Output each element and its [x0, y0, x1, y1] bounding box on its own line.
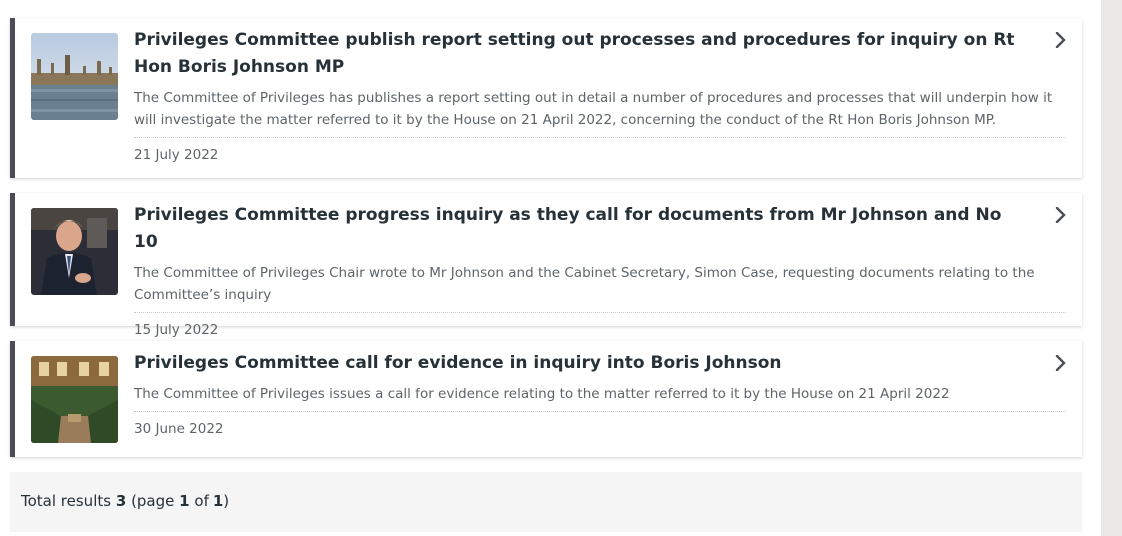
chevron-right-icon[interactable] — [1054, 207, 1068, 223]
page-close-label: ) — [223, 492, 230, 510]
chevron-right-icon[interactable] — [1054, 355, 1068, 371]
westminster-palace-thumbnail — [31, 33, 118, 120]
page-open-label: (page — [131, 492, 175, 510]
result-description: The Committee of Privileges Chair wrote … — [134, 262, 1066, 313]
total-results-label: Total results — [21, 492, 112, 510]
page-of-label: of — [194, 492, 209, 510]
total-pages: 1 — [212, 492, 224, 510]
total-results-count: 3 — [115, 492, 127, 510]
result-card[interactable]: Privileges Committee call for evidence i… — [10, 341, 1082, 457]
result-description: The Committee of Privileges has publishe… — [134, 87, 1066, 138]
chevron-right-icon[interactable] — [1054, 32, 1068, 48]
scrollbar-track[interactable] — [1101, 0, 1122, 536]
pagination-summary: Total results 3 (page 1 of 1) — [10, 472, 1082, 532]
boris-johnson-thumbnail — [31, 208, 118, 295]
house-of-commons-thumbnail — [31, 356, 118, 443]
result-card[interactable]: Privileges Committee progress inquiry as… — [10, 193, 1082, 338]
result-title[interactable]: Privileges Committee publish report sett… — [134, 18, 1066, 81]
result-card[interactable]: Privileges Committee publish report sett… — [10, 18, 1082, 178]
result-title[interactable]: Privileges Committee progress inquiry as… — [134, 193, 1066, 256]
result-date: 21 July 2022 — [134, 147, 219, 163]
result-date: 30 June 2022 — [134, 421, 224, 437]
current-page: 1 — [179, 492, 190, 510]
result-description: The Committee of Privileges issues a cal… — [134, 383, 1066, 412]
results-list: Privileges Committee publish report sett… — [10, 18, 1082, 472]
result-title[interactable]: Privileges Committee call for evidence i… — [134, 341, 1066, 377]
